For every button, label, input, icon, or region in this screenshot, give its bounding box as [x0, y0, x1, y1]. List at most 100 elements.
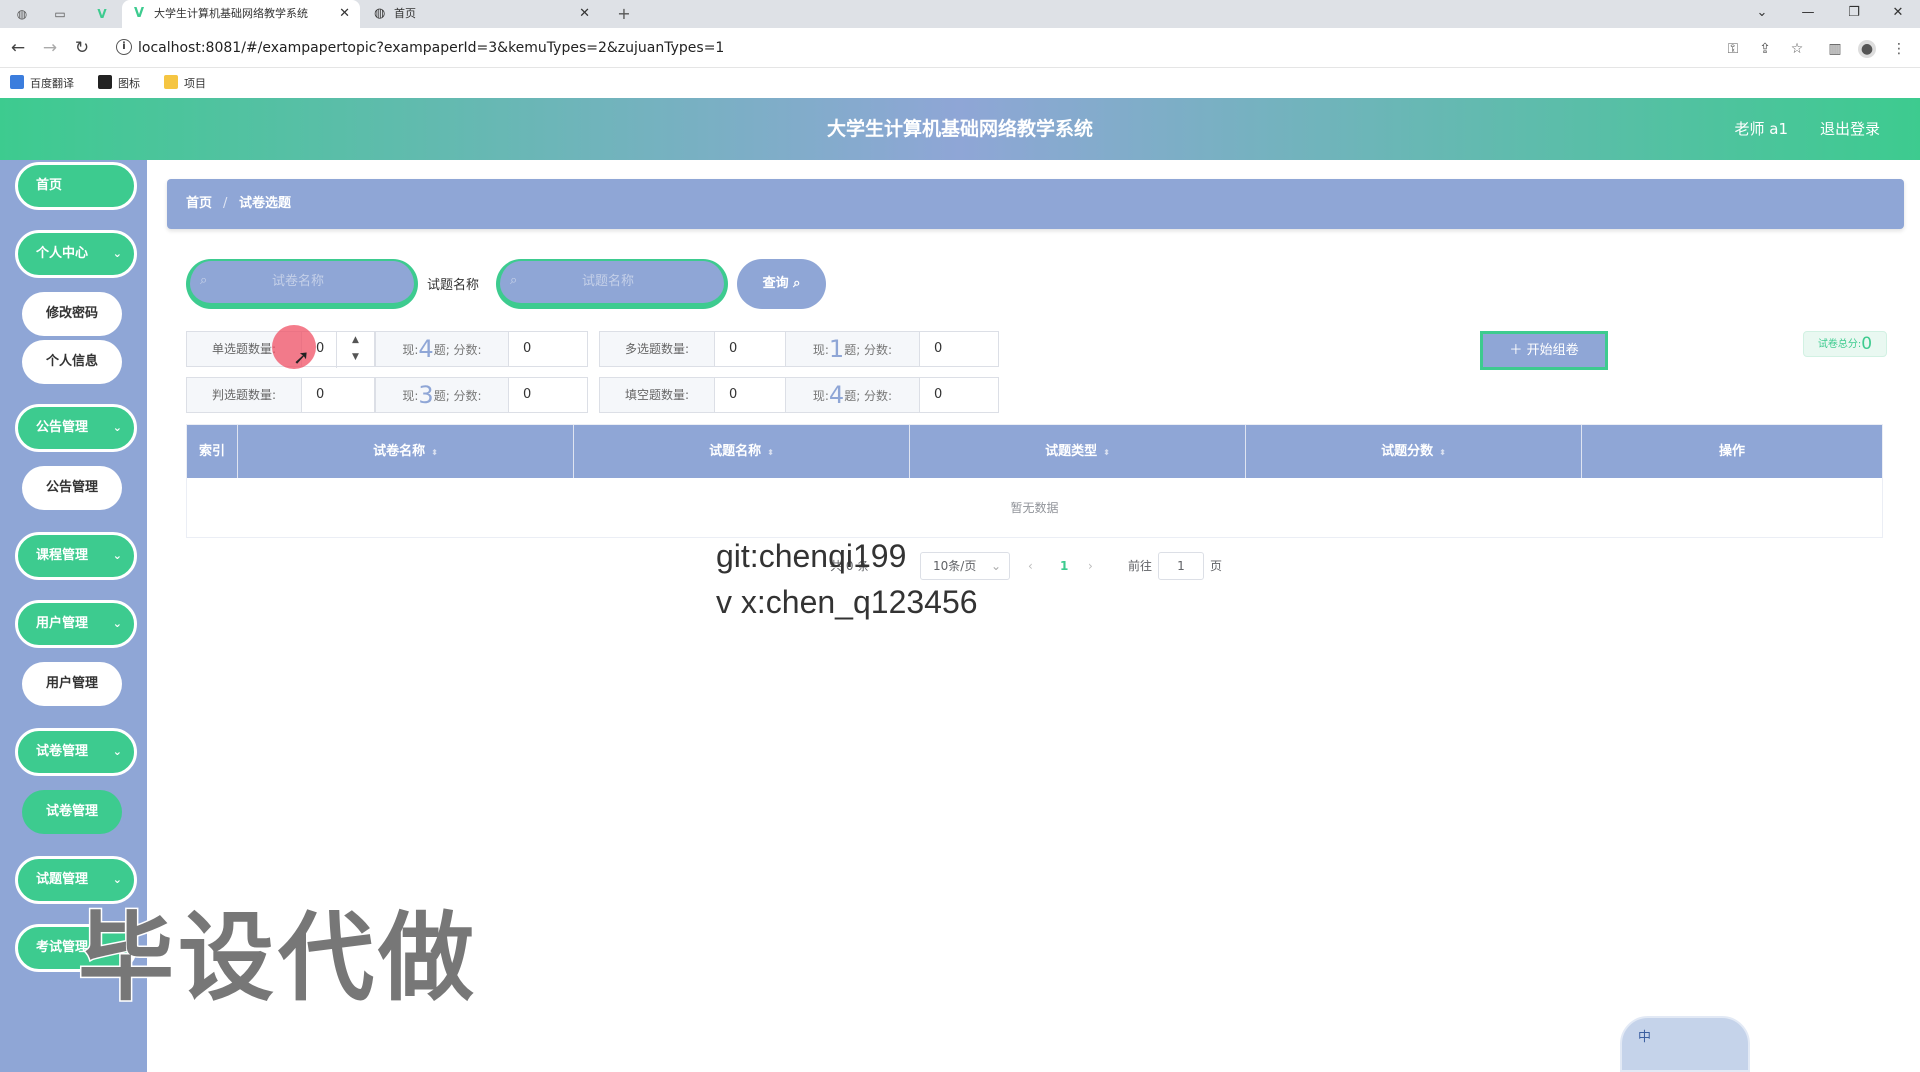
paper-name-input[interactable]	[218, 269, 378, 291]
close-icon[interactable]: ✕	[339, 0, 350, 28]
bookmark-item[interactable]: 项目	[164, 75, 206, 91]
window-close-icon[interactable]: ✕	[1876, 0, 1920, 28]
forward-icon[interactable]: →	[40, 38, 60, 58]
breadcrumb-current: 试卷选题	[239, 196, 292, 211]
page-size-select[interactable]: 10条/页 ⌄	[920, 552, 1010, 580]
sidebar-subitem-notice[interactable]: 公告管理	[22, 466, 122, 510]
reload-icon[interactable]: ↻	[72, 38, 92, 58]
single-choice-available: 现:4题; 分数:	[375, 331, 509, 367]
sidebar-subitem-personal-info[interactable]: 个人信息	[22, 340, 122, 384]
column-header-question-score[interactable]: 试题分数 ⬍	[1246, 425, 1582, 478]
fill-blank-available: 现:4题; 分数:	[785, 377, 920, 413]
browser-tab-active[interactable]: V 大学生计算机基础网络教学系统 ✕	[122, 0, 360, 28]
watermark-big-text: 毕设代做	[77, 901, 478, 1016]
question-table: 索引 试卷名称 ⬍ 试题名称 ⬍ 试题类型 ⬍ 试题分数 ⬍ 操作 暂无数据	[186, 424, 1883, 538]
share-icon[interactable]: ⇪	[1756, 40, 1774, 58]
close-icon[interactable]: ✕	[579, 0, 590, 28]
goto-suffix: 页	[1210, 559, 1223, 573]
column-header-paper-name[interactable]: 试卷名称 ⬍	[238, 425, 574, 478]
sidebar-item-home[interactable]: 首页	[15, 162, 137, 210]
bookmark-item[interactable]: 百度翻译	[10, 75, 74, 91]
browser-tab[interactable]: ◍ 首页 ✕	[362, 0, 600, 28]
breadcrumb-home[interactable]: 首页	[186, 179, 212, 229]
minimize-icon[interactable]: —	[1786, 0, 1830, 28]
chevron-down-icon: ⌄	[990, 559, 1001, 573]
vue-logo-icon[interactable]: V	[94, 6, 110, 22]
chevron-down-icon[interactable]: ▼	[337, 349, 374, 366]
app-title: 大学生计算机基础网络教学系统	[826, 118, 1093, 140]
bookmarks-bar: 百度翻译 图标 项目	[0, 68, 1920, 98]
empty-state: 暂无数据	[1010, 501, 1059, 515]
restore-icon[interactable]: ❐	[1832, 0, 1876, 28]
globe-icon[interactable]: ◍	[14, 6, 30, 22]
multi-choice-count-input[interactable]: 0	[714, 331, 786, 367]
fill-blank-label: 填空题数量:	[599, 377, 715, 413]
globe-icon: ◍	[374, 6, 386, 21]
browser-tab-bar: ◍ ▭ V V 大学生计算机基础网络教学系统 ✕ ◍ 首页 ✕ + ⌄ — ❐ …	[0, 0, 1920, 28]
chevron-down-icon[interactable]: ⌄	[1740, 0, 1784, 28]
multi-choice-available: 现:1题; 分数:	[785, 331, 920, 367]
ime-widget[interactable]: 中	[1620, 1016, 1750, 1072]
fill-blank-count-input[interactable]: 0	[714, 377, 786, 413]
sidebar-subitem-user[interactable]: 用户管理	[22, 662, 122, 706]
column-header-question-name[interactable]: 试题名称 ⬍	[574, 425, 910, 478]
judge-count-input[interactable]: 0	[301, 377, 375, 413]
translate-icon	[10, 75, 24, 89]
url-field[interactable]: i localhost:8081/#/exampapertopic?exampa…	[110, 35, 1750, 61]
next-page-icon[interactable]: ›	[1088, 552, 1093, 580]
new-tab-icon[interactable]: +	[616, 6, 632, 22]
single-choice-score-input[interactable]: 0	[508, 331, 588, 367]
back-icon[interactable]: ←	[8, 38, 28, 58]
chevron-down-icon: ⌄	[112, 617, 122, 630]
judge-score-input[interactable]: 0	[508, 377, 588, 413]
number-stepper[interactable]: ▲ ▼	[336, 332, 374, 368]
goto-page-input[interactable]: 1	[1158, 552, 1204, 580]
chevron-up-icon[interactable]: ▲	[337, 332, 374, 349]
side-panel-icon[interactable]: ▥	[1826, 40, 1844, 58]
more-icon[interactable]: ⋮	[1890, 40, 1908, 58]
goto-label: 前往	[1128, 559, 1153, 573]
sidebar-item-personal-center[interactable]: 个人中心 ⌄	[15, 230, 137, 278]
logout-link[interactable]: 退出登录	[1820, 98, 1880, 160]
column-header-actions: 操作	[1718, 444, 1745, 459]
key-icon[interactable]: ⚿	[1724, 40, 1742, 58]
sidebar-item-user[interactable]: 用户管理 ⌄	[15, 600, 137, 648]
folder-icon	[164, 75, 178, 89]
sort-icon[interactable]: ⬍	[431, 448, 438, 457]
paper-name-search[interactable]: ⌕	[186, 259, 418, 309]
fill-blank-score-input[interactable]: 0	[919, 377, 999, 413]
sort-icon[interactable]: ⬍	[1439, 448, 1446, 457]
column-header-question-type[interactable]: 试题类型 ⬍	[910, 425, 1246, 478]
sidebar-item-course[interactable]: 课程管理 ⌄	[15, 532, 137, 580]
query-button[interactable]: 查询 ⌕	[737, 259, 826, 309]
sidebar-subitem-change-password[interactable]: 修改密码	[22, 292, 122, 336]
blank-tab-icon[interactable]: ▭	[52, 6, 68, 22]
info-icon[interactable]: i	[116, 39, 132, 55]
question-name-input[interactable]	[528, 269, 688, 291]
watermark-text: v x:chen_q123456	[716, 584, 978, 620]
mouse-pointer-icon: ➚	[293, 345, 310, 369]
image-icon	[98, 75, 112, 89]
prev-page-icon[interactable]: ‹	[1028, 552, 1033, 580]
judge-available: 现:3题; 分数:	[375, 377, 509, 413]
sort-icon[interactable]: ⬍	[1103, 448, 1110, 457]
vue-logo-icon: V	[134, 6, 145, 21]
start-compose-button[interactable]: ＋ 开始组卷	[1480, 331, 1608, 370]
sidebar-item-notice[interactable]: 公告管理 ⌄	[15, 404, 137, 452]
page-number[interactable]: 1	[1060, 552, 1068, 580]
address-bar-row: ← → ↻ i localhost:8081/#/exampapertopic?…	[0, 28, 1920, 68]
multi-choice-score-input[interactable]: 0	[919, 331, 999, 367]
star-icon[interactable]: ☆	[1788, 40, 1806, 58]
sidebar-item-paper[interactable]: 试卷管理 ⌄	[15, 728, 137, 776]
breadcrumb-separator: /	[223, 196, 228, 211]
column-header-index: 索引	[187, 425, 238, 478]
question-name-search[interactable]: ⌕	[496, 259, 728, 309]
chevron-down-icon: ⌄	[112, 247, 122, 260]
table-header: 索引 试卷名称 ⬍ 试题名称 ⬍ 试题类型 ⬍ 试题分数 ⬍ 操作	[187, 425, 1882, 478]
search-icon: ⌕	[200, 273, 208, 288]
bookmark-item[interactable]: 图标	[98, 75, 140, 91]
profile-icon[interactable]: ●	[1858, 40, 1876, 58]
sidebar-subitem-paper[interactable]: 试卷管理	[22, 790, 122, 834]
sort-icon[interactable]: ⬍	[767, 448, 774, 457]
chevron-down-icon: ⌄	[112, 745, 122, 758]
